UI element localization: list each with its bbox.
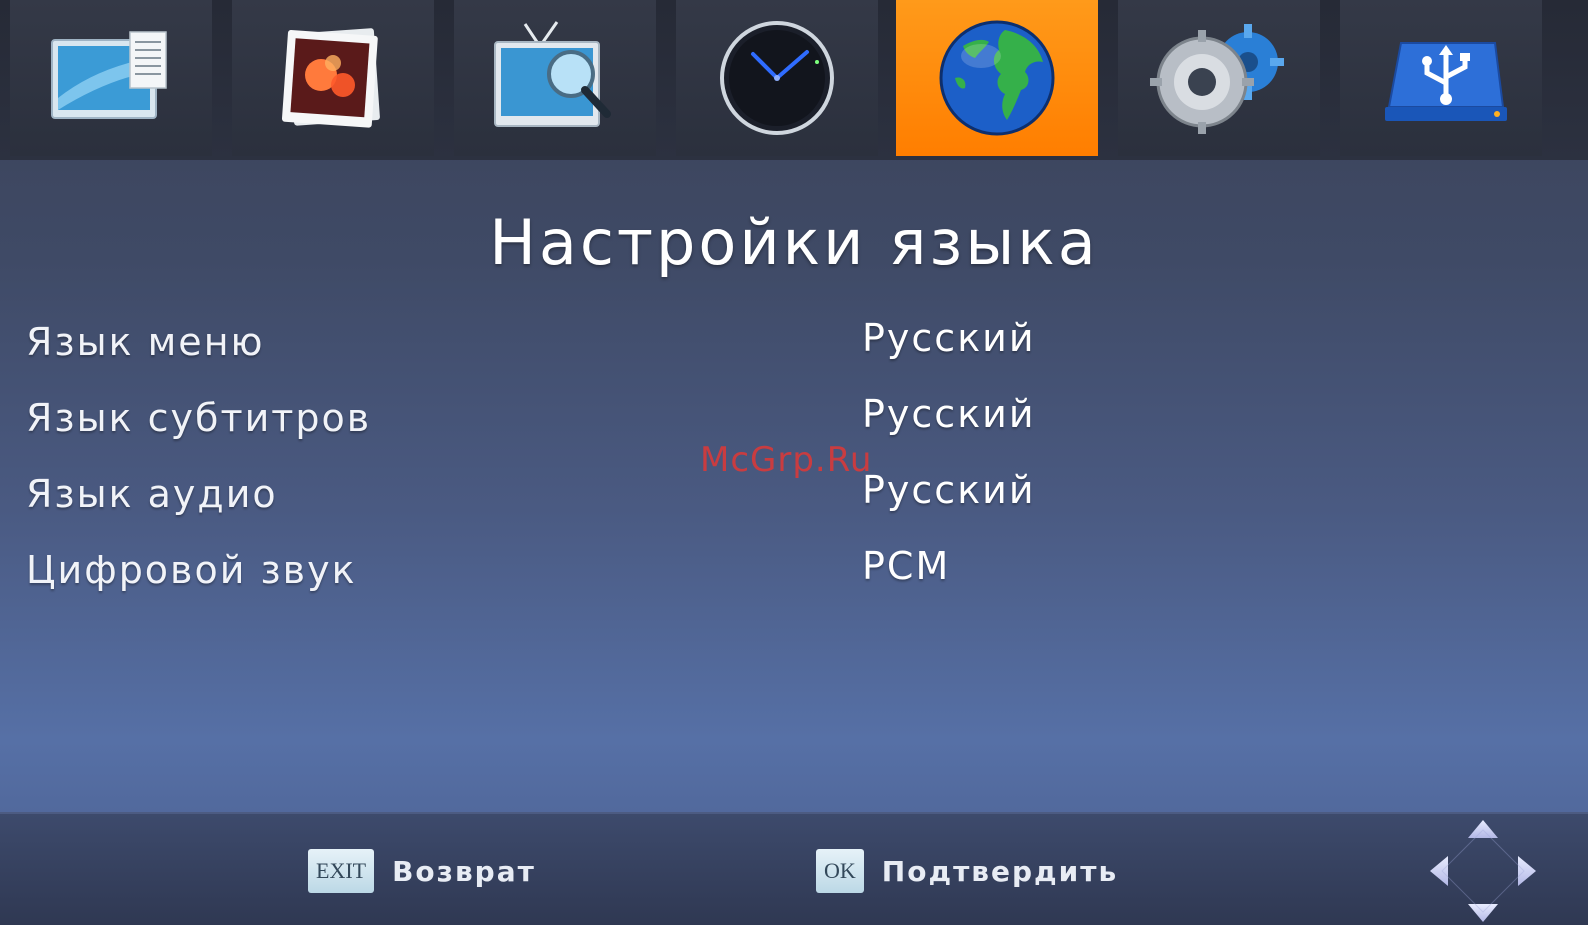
- setting-label: Язык субтитров: [26, 396, 372, 440]
- arrow-right-icon: [1518, 856, 1536, 886]
- navigation-pad: [1428, 818, 1538, 925]
- direction-arrows-icon: [1430, 820, 1536, 922]
- setting-value[interactable]: Русский: [862, 468, 1036, 512]
- setting-label: Язык меню: [26, 320, 265, 364]
- exit-key[interactable]: EXIT: [308, 849, 375, 893]
- setting-row-menu-language[interactable]: Язык меню Русский: [0, 312, 1588, 376]
- arrow-left-icon: [1430, 856, 1448, 886]
- setting-value[interactable]: Русский: [862, 392, 1036, 436]
- tab-usb[interactable]: [1340, 0, 1542, 156]
- tab-system-settings[interactable]: [1118, 0, 1320, 156]
- tab-program[interactable]: [10, 0, 212, 156]
- tab-language[interactable]: [896, 0, 1098, 156]
- tab-channel-search[interactable]: [454, 0, 656, 156]
- picture-icon: [281, 28, 380, 128]
- exit-label: Возврат: [392, 854, 536, 888]
- watermark: McGrp.Ru: [700, 440, 873, 480]
- setting-value[interactable]: PCM: [862, 544, 950, 588]
- time-icon: [720, 21, 834, 135]
- page-title: Настройки языка: [489, 206, 1099, 279]
- ok-key[interactable]: OK: [816, 849, 864, 893]
- program-icon: [51, 31, 167, 119]
- tab-time[interactable]: [676, 0, 878, 156]
- tv-menu-screen: Настройки языка Язык меню Русский Язык с…: [0, 0, 1588, 925]
- footer-bar: EXIT Возврат OK Подтвердить: [0, 812, 1588, 925]
- system-settings-icon: [1150, 24, 1284, 134]
- hint-exit[interactable]: EXIT Возврат: [308, 848, 536, 894]
- setting-label: Язык аудио: [26, 472, 278, 516]
- channel-search-icon: [494, 21, 611, 127]
- arrow-down-icon: [1468, 904, 1498, 922]
- category-bar: [0, 0, 1588, 160]
- setting-value[interactable]: Русский: [862, 316, 1036, 360]
- arrow-up-icon: [1468, 820, 1498, 838]
- setting-row-digital-audio[interactable]: Цифровой звук PCM: [0, 540, 1588, 604]
- usb-icon: [1385, 42, 1507, 121]
- hint-ok[interactable]: OK Подтвердить: [816, 848, 1118, 894]
- tab-picture[interactable]: [232, 0, 434, 156]
- setting-label: Цифровой звук: [26, 548, 357, 592]
- ok-label: Подтвердить: [881, 854, 1119, 888]
- language-globe-icon: [939, 20, 1055, 136]
